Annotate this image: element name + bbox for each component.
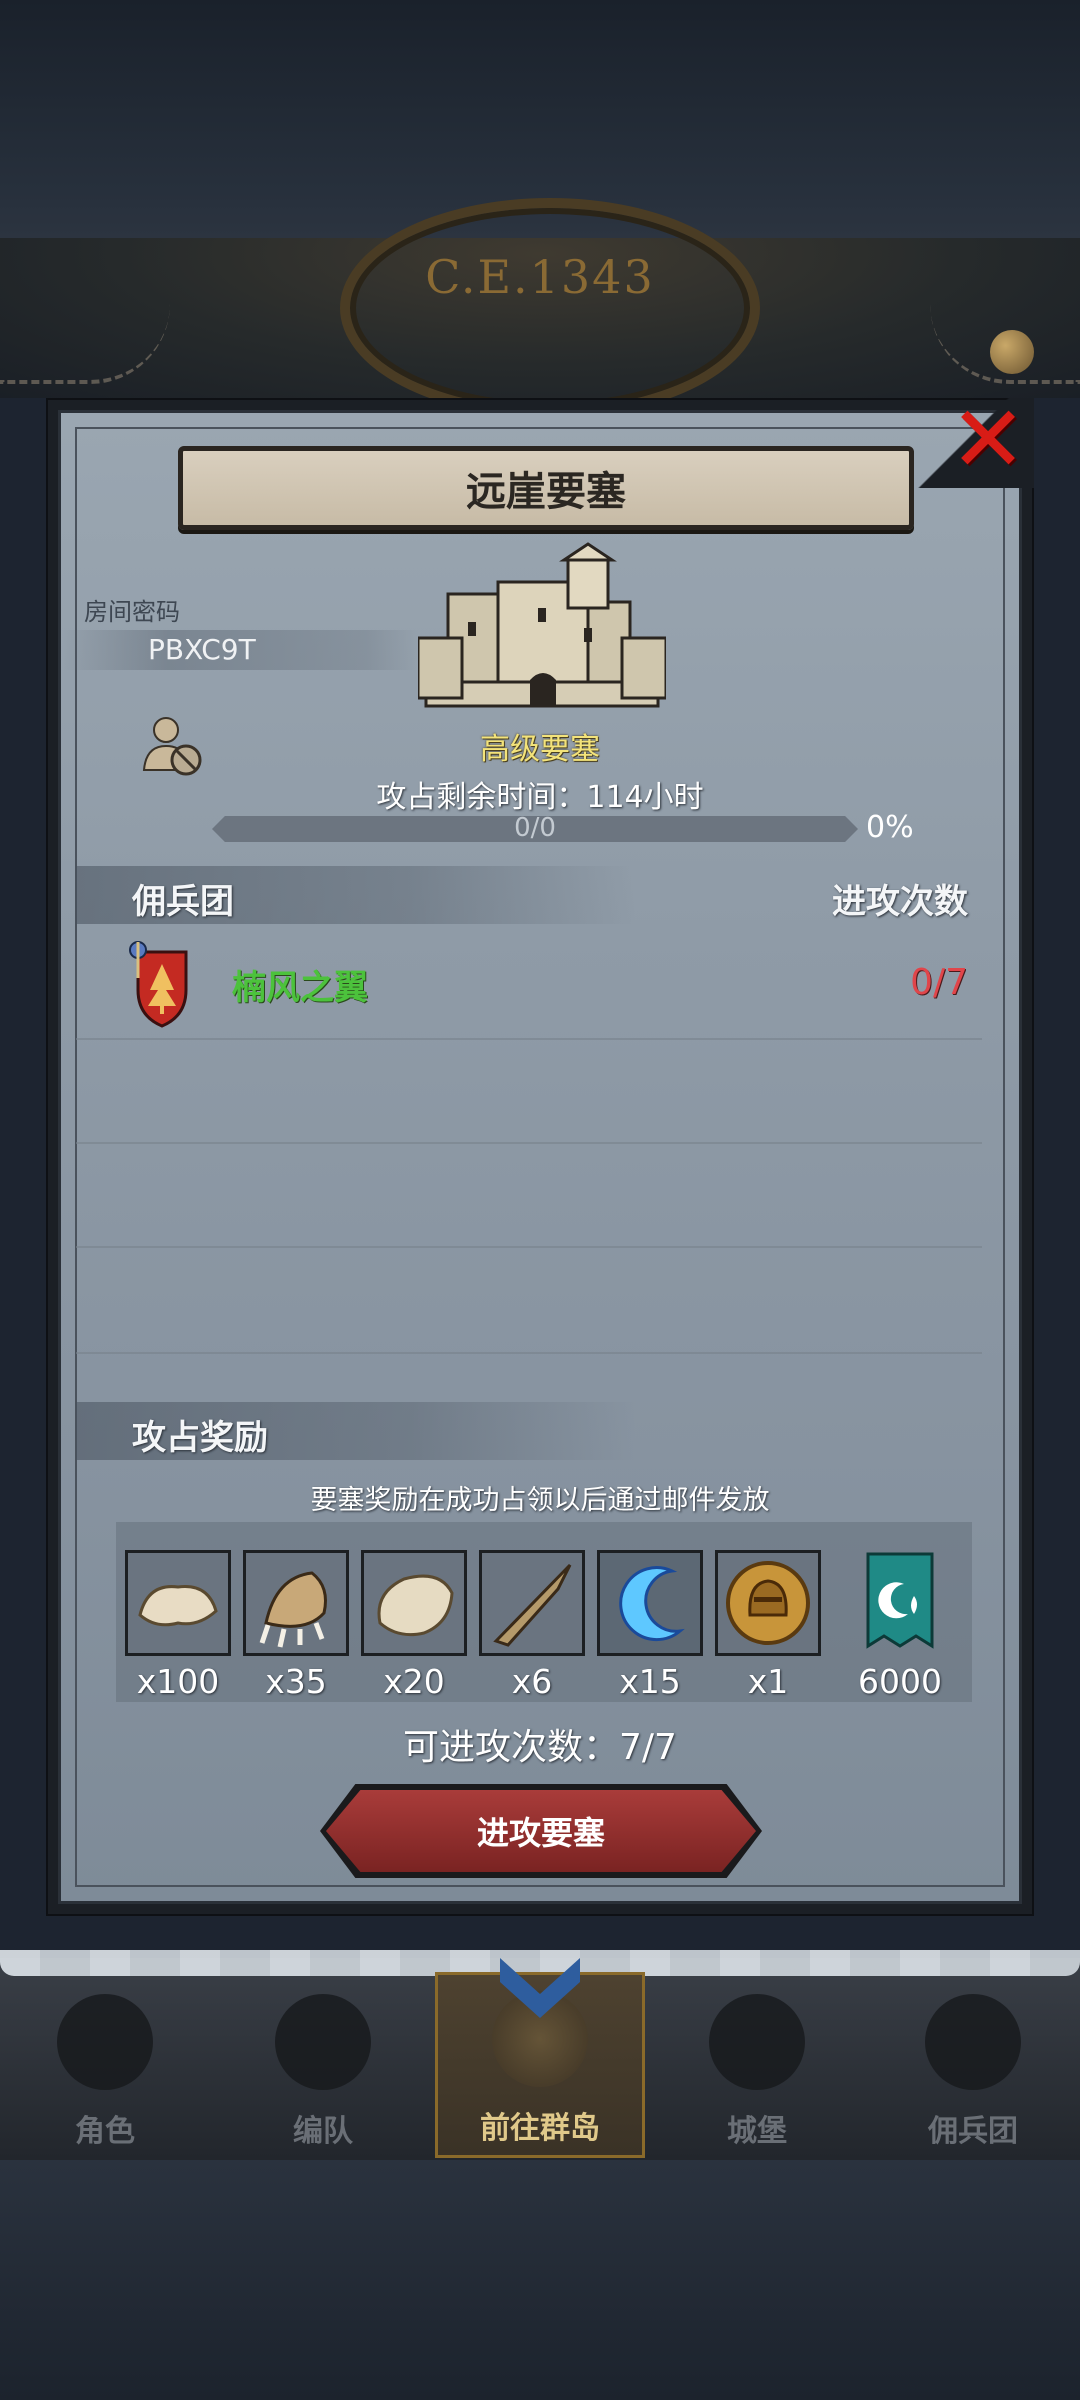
beast-claw-icon [243, 1550, 349, 1656]
row-divider [76, 1038, 982, 1040]
reward-qty: x20 [383, 1662, 445, 1701]
mercenary-icon [925, 1994, 1021, 2090]
nav-formation[interactable]: 编队 [218, 1972, 428, 2158]
reward-item[interactable]: x1 [714, 1550, 822, 1701]
row-divider [76, 1246, 982, 1248]
bottom-background [0, 2160, 1080, 2400]
row-divider [76, 1352, 982, 1354]
nav-label: 编队 [293, 2114, 353, 2149]
reward-item[interactable]: x100 [124, 1550, 232, 1701]
attack-button-label: 进攻要塞 [476, 1814, 605, 1852]
attack-count-header: 进攻次数 [832, 882, 968, 922]
formation-helmet-icon [275, 1994, 371, 2090]
reward-item[interactable]: x15 [596, 1550, 704, 1701]
close-x-icon[interactable]: ✕ [944, 394, 1032, 486]
reward-qty: x15 [619, 1662, 681, 1701]
nav-label: 城堡 [727, 2114, 787, 2149]
remaining-time-value: 114小时 [586, 780, 704, 815]
reward-item[interactable]: x20 [360, 1550, 468, 1701]
mercenary-section-title: 佣兵团 [132, 882, 234, 922]
castle-icon [418, 542, 666, 708]
era-label: C.E.1343 [425, 250, 655, 304]
reward-qty: x35 [265, 1662, 327, 1701]
nav-castle[interactable]: 城堡 [652, 1972, 862, 2158]
progress-text: 0/0 [514, 813, 556, 843]
occupation-progress-bar: 0/0 [212, 816, 858, 842]
nav-label: 佣兵团 [928, 2114, 1018, 2149]
fortress-level-name: 高级要塞 [480, 732, 600, 767]
reward-note: 要塞奖励在成功占领以后通过邮件发放 [310, 1485, 770, 1516]
mercenary-name: 楠风之翼 [232, 968, 368, 1008]
guild-banner-icon [847, 1550, 953, 1656]
progress-percent: 0% [866, 810, 914, 845]
horn-icon [479, 1550, 585, 1656]
remaining-time: 攻占剩余时间：114小时 [0, 772, 1080, 816]
remaining-time-label: 攻占剩余时间： [376, 780, 587, 815]
crescent-moon-crystal-icon [597, 1550, 703, 1656]
hide-pelt-icon [361, 1550, 467, 1656]
castle-icon [709, 1994, 805, 2090]
reward-section-title: 攻占奖励 [132, 1418, 268, 1458]
reward-item[interactable]: 6000 [846, 1550, 954, 1701]
reward-qty: x100 [136, 1662, 220, 1701]
mercenary-row[interactable]: 楠风之翼 0/7 [76, 938, 982, 1038]
knight-helmet-coin-icon [715, 1550, 821, 1656]
row-divider [76, 1142, 982, 1144]
room-password-label: 房间密码 [84, 598, 180, 626]
reward-qty: x6 [511, 1662, 553, 1701]
nav-label: 前往群岛 [480, 2111, 600, 2146]
reward-item[interactable]: x35 [242, 1550, 350, 1701]
mercenary-attack-count: 0/7 [910, 962, 968, 1003]
reward-qty: x1 [747, 1662, 789, 1701]
reward-qty: 6000 [858, 1662, 942, 1701]
attack-fortress-button[interactable]: 进攻要塞 [326, 1790, 756, 1872]
ornament-icon [990, 330, 1034, 374]
nav-mercenary[interactable]: 佣兵团 [868, 1972, 1078, 2158]
fur-pelt-icon [125, 1550, 231, 1656]
character-knight-icon [57, 1994, 153, 2090]
dialog-title-banner: 远崖要塞 [178, 446, 914, 530]
dialog-title: 远崖要塞 [466, 469, 626, 515]
mercenary-emblem-icon [129, 941, 188, 1028]
room-code[interactable]: PBXC9T [148, 633, 256, 666]
available-attacks: 可进攻次数：7/7 [403, 1727, 677, 1768]
nav-character[interactable]: 角色 [0, 1972, 210, 2158]
nav-label: 角色 [75, 2114, 135, 2149]
reward-item[interactable]: x6 [478, 1550, 586, 1701]
